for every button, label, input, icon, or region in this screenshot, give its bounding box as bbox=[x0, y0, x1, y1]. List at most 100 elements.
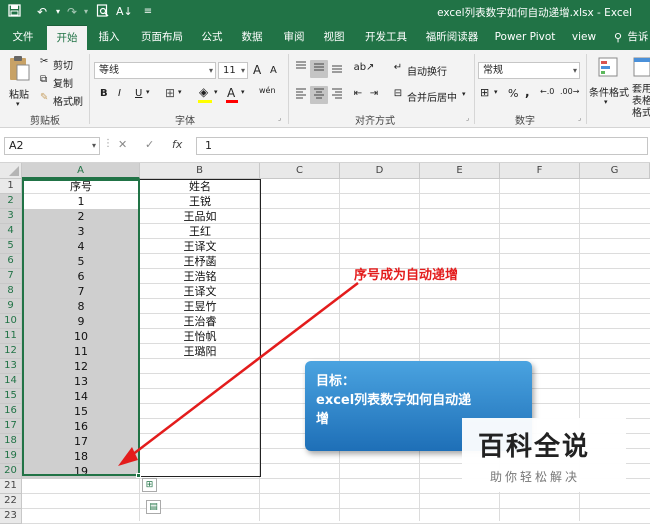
align-top-icon[interactable] bbox=[292, 60, 310, 78]
column-header-a[interactable]: A bbox=[22, 163, 140, 179]
row-header[interactable]: 15 bbox=[0, 389, 22, 404]
currency-icon[interactable]: ⊞ bbox=[480, 86, 489, 99]
underline-dropdown-icon[interactable]: ▾ bbox=[146, 88, 150, 96]
print-preview-icon[interactable] bbox=[94, 4, 110, 21]
comma-button[interactable]: , bbox=[525, 85, 530, 99]
tab-review[interactable]: 审阅 bbox=[278, 25, 310, 50]
column-header-f[interactable]: F bbox=[500, 163, 580, 179]
select-all-button[interactable] bbox=[0, 163, 22, 179]
row-header[interactable]: 3 bbox=[0, 209, 22, 224]
borders-dropdown-icon[interactable]: ▾ bbox=[178, 88, 182, 96]
fill-color-dropdown-icon[interactable]: ▾ bbox=[214, 88, 218, 96]
italic-button[interactable]: I bbox=[118, 88, 121, 99]
paste-dropdown-icon[interactable]: ▾ bbox=[16, 100, 20, 108]
dialog-launcher-icon[interactable]: ⌟ bbox=[278, 114, 281, 122]
column-header-e[interactable]: E bbox=[420, 163, 500, 179]
row-header[interactable]: 22 bbox=[0, 494, 22, 509]
underline-button[interactable]: U bbox=[135, 88, 142, 99]
row-header[interactable]: 21 bbox=[0, 479, 22, 494]
format-painter-icon[interactable]: ✎ bbox=[40, 92, 48, 103]
row-header[interactable]: 4 bbox=[0, 224, 22, 239]
row-header[interactable]: 5 bbox=[0, 239, 22, 254]
number-format-select[interactable]: 常规 ▾ bbox=[478, 62, 580, 79]
row-header[interactable]: 14 bbox=[0, 374, 22, 389]
name-box[interactable]: A2 ▾ bbox=[4, 137, 100, 155]
insert-function-icon[interactable]: fx bbox=[172, 138, 182, 151]
lightbulb-icon[interactable]: ⚲ bbox=[612, 25, 624, 50]
column-header-b[interactable]: B bbox=[140, 163, 260, 179]
auto-fill-options-icon[interactable]: ⊞ bbox=[142, 478, 157, 492]
orientation-icon[interactable]: ab↗ bbox=[352, 60, 376, 78]
font-name-select[interactable]: 等线 ▾ bbox=[94, 62, 216, 79]
dialog-launcher-icon[interactable]: ⌟ bbox=[578, 114, 581, 122]
cut-button[interactable]: 剪切 bbox=[53, 57, 73, 72]
row-header[interactable]: 6 bbox=[0, 254, 22, 269]
paste-icon[interactable] bbox=[6, 54, 32, 86]
conditional-format-button[interactable]: 条件格式 bbox=[589, 84, 629, 99]
row-header[interactable]: 2 bbox=[0, 194, 22, 209]
table-format-button[interactable]: 套用表格格式 bbox=[632, 84, 650, 120]
font-color-button[interactable]: A bbox=[227, 86, 235, 100]
borders-icon[interactable]: ⊞ bbox=[165, 86, 175, 100]
tab-formulas[interactable]: 公式 bbox=[196, 25, 228, 50]
conditional-format-dropdown-icon[interactable]: ▾ bbox=[604, 98, 608, 106]
tab-home[interactable]: 开始 bbox=[47, 25, 87, 50]
row-header[interactable]: 19 bbox=[0, 449, 22, 464]
font-size-select[interactable]: 11 ▾ bbox=[218, 62, 248, 79]
row-header[interactable]: 9 bbox=[0, 299, 22, 314]
align-bottom-icon[interactable] bbox=[328, 60, 346, 78]
row-header[interactable]: 11 bbox=[0, 329, 22, 344]
fill-color-icon[interactable]: ◈ bbox=[199, 85, 208, 99]
row-header[interactable]: 23 bbox=[0, 509, 22, 524]
formula-input[interactable]: 1 bbox=[196, 137, 648, 155]
tab-view[interactable]: 视图 bbox=[318, 25, 350, 50]
align-middle-icon[interactable] bbox=[310, 60, 328, 78]
save-icon[interactable] bbox=[6, 4, 22, 21]
row-header[interactable]: 18 bbox=[0, 434, 22, 449]
percent-button[interactable]: % bbox=[508, 87, 518, 100]
tab-developer[interactable]: 开发工具 bbox=[360, 25, 412, 50]
dialog-launcher-icon[interactable]: ⌟ bbox=[466, 114, 469, 122]
cancel-icon[interactable]: ✕ bbox=[118, 138, 127, 151]
tab-foxit-reader[interactable]: 福昕阅读器 bbox=[420, 25, 484, 50]
decrease-indent-icon[interactable]: ⇤ bbox=[350, 86, 366, 104]
format-painter-button[interactable]: 格式刷 bbox=[53, 93, 83, 108]
shrink-font-button[interactable]: A bbox=[270, 65, 277, 76]
tab-insert[interactable]: 插入 bbox=[92, 25, 126, 50]
fill-handle[interactable] bbox=[136, 473, 141, 478]
copy-icon[interactable]: ⧉ bbox=[40, 74, 47, 85]
row-header[interactable]: 12 bbox=[0, 344, 22, 359]
increase-indent-icon[interactable]: ⇥ bbox=[366, 86, 382, 104]
sort-az-icon[interactable]: A↓ bbox=[116, 4, 133, 20]
tab-page-layout[interactable]: 页面布局 bbox=[134, 25, 190, 50]
row-header[interactable]: 7 bbox=[0, 269, 22, 284]
customize-quick-access-icon[interactable]: ≡ bbox=[140, 4, 156, 20]
table-format-icon[interactable] bbox=[632, 56, 650, 80]
wrap-text-icon[interactable]: ↵ bbox=[390, 60, 406, 78]
grow-font-button[interactable]: A bbox=[253, 63, 261, 77]
enter-icon[interactable]: ✓ bbox=[145, 138, 154, 151]
conditional-format-icon[interactable] bbox=[596, 56, 620, 80]
column-header-c[interactable]: C bbox=[260, 163, 340, 179]
quick-analysis-icon[interactable]: ▤ bbox=[146, 500, 161, 514]
column-header-d[interactable]: D bbox=[340, 163, 420, 179]
currency-dropdown-icon[interactable]: ▾ bbox=[494, 88, 498, 96]
copy-button[interactable]: 复制 bbox=[53, 75, 73, 90]
tab-file[interactable]: 文件 bbox=[6, 25, 40, 50]
wrap-text-button[interactable]: 自动换行 bbox=[407, 63, 447, 78]
paste-button[interactable]: 粘贴 bbox=[9, 86, 29, 101]
column-header-g[interactable]: G bbox=[580, 163, 650, 179]
align-left-icon[interactable] bbox=[292, 86, 310, 104]
row-header[interactable]: 16 bbox=[0, 404, 22, 419]
row-header[interactable]: 13 bbox=[0, 359, 22, 374]
font-color-dropdown-icon[interactable]: ▾ bbox=[241, 88, 245, 96]
row-header[interactable]: 20 bbox=[0, 464, 22, 479]
row-header[interactable]: 1 bbox=[0, 179, 22, 194]
redo-dropdown-icon[interactable]: ▾ bbox=[78, 4, 94, 20]
merge-center-icon[interactable]: ⊟ bbox=[390, 86, 406, 104]
align-center-icon[interactable] bbox=[310, 86, 328, 104]
tab-tell-me[interactable]: 告诉 bbox=[624, 25, 650, 50]
increase-decimal-icon[interactable]: ←.0 bbox=[540, 87, 554, 96]
bold-button[interactable]: B bbox=[100, 88, 108, 99]
row-header[interactable]: 10 bbox=[0, 314, 22, 329]
